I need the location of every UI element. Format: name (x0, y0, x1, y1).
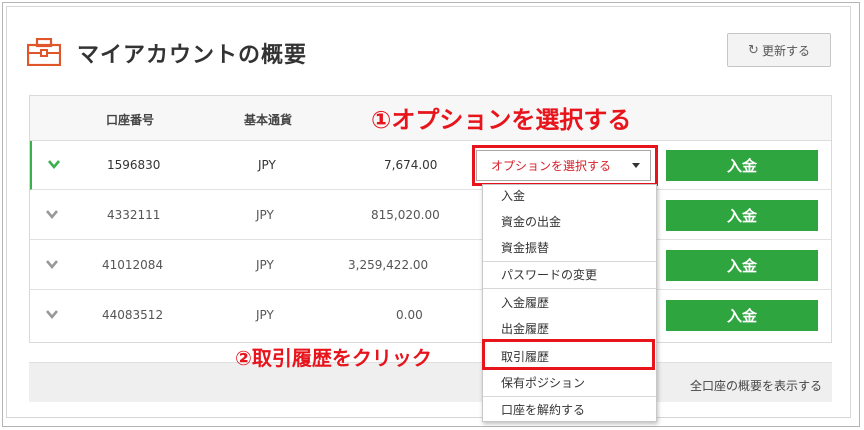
table-row[interactable]: 4332111 JPY 815,020.00 入金 (30, 191, 831, 240)
refresh-button-label: 更新する (761, 43, 810, 58)
menu-item-change-password[interactable]: パスワードの変更 (483, 261, 656, 287)
deposit-button[interactable]: 入金 (666, 250, 818, 281)
account-number: 41012084 (102, 258, 164, 272)
table-row[interactable]: 1596830 JPY 7,674.00 入金 (30, 141, 831, 190)
deposit-button[interactable]: 入金 (666, 300, 818, 331)
menu-item-deposit[interactable]: 入金 (483, 182, 656, 208)
highlight-box-trade-history (482, 339, 655, 370)
menu-item-withdraw[interactable]: 資金の出金 (483, 208, 656, 234)
account-number: 4332111 (107, 208, 161, 222)
deposit-button[interactable]: 入金 (666, 150, 818, 181)
menu-item-open-positions[interactable]: 保有ポジション (483, 369, 656, 395)
account-number: 44083512 (102, 308, 164, 322)
column-header-currency: 基本通貨 (244, 113, 293, 127)
chevron-down-icon[interactable] (47, 157, 61, 171)
chevron-down-icon[interactable] (45, 207, 59, 221)
balance: 0.00 (396, 308, 423, 322)
options-dropdown-menu: 入金 資金の出金 資金振替 パスワードの変更 入金履歴 出金履歴 取引履歴 保有… (482, 184, 657, 422)
table-row[interactable]: 41012084 JPY 3,259,422.00 入金 (30, 241, 831, 290)
menu-item-close-account[interactable]: 口座を解約する (483, 396, 656, 422)
briefcase-icon (27, 38, 61, 66)
balance: 7,674.00 (384, 158, 438, 172)
annotation-step-2: ②取引履歴をクリック (235, 346, 432, 370)
chevron-down-icon[interactable] (45, 307, 59, 321)
balance: 815,020.00 (371, 208, 440, 222)
account-number: 1596830 (107, 158, 161, 172)
menu-item-withdrawal-history[interactable]: 出金履歴 (483, 315, 656, 341)
menu-item-deposit-history[interactable]: 入金履歴 (483, 289, 656, 315)
currency: JPY (256, 308, 274, 322)
page-title: マイアカウントの概要 (77, 43, 308, 68)
deposit-button[interactable]: 入金 (666, 200, 818, 231)
refresh-icon: ↻ (748, 42, 759, 58)
chevron-down-icon[interactable] (45, 257, 59, 271)
currency: JPY (258, 158, 276, 172)
view-all-accounts-link[interactable]: 全口座の概要を表示する (690, 377, 822, 394)
highlight-box-select (472, 145, 658, 186)
annotation-step-1: ①オプションを選択する (371, 106, 632, 134)
refresh-button[interactable]: ↻ 更新する (727, 33, 831, 67)
table-row[interactable]: 44083512 JPY 0.00 入金 (30, 291, 831, 340)
currency: JPY (256, 258, 274, 272)
menu-item-transfer[interactable]: 資金振替 (483, 234, 656, 260)
balance: 3,259,422.00 (348, 258, 429, 272)
currency: JPY (256, 208, 274, 222)
column-header-account: 口座番号 (106, 113, 155, 127)
